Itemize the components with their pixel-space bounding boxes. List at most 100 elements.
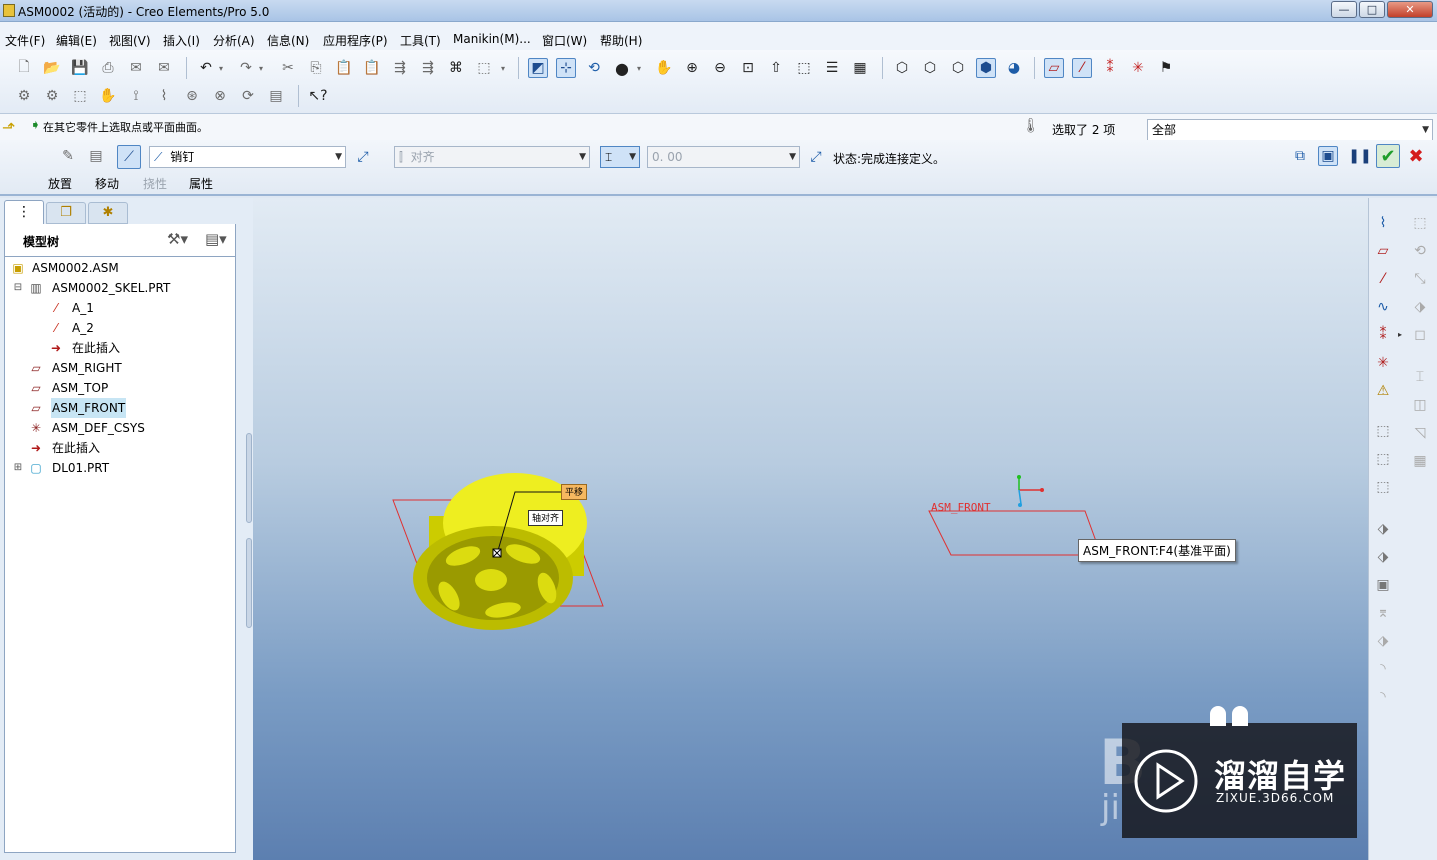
sketch-tool-icon[interactable]: ⌇ (1372, 212, 1394, 234)
datum-curve-tool-icon[interactable]: ∿ (1372, 296, 1394, 318)
send-link-icon[interactable]: ✉ (154, 58, 174, 78)
paste-special-icon[interactable]: 📋 (362, 58, 382, 78)
selection-dropdown-icon[interactable]: ▾ (498, 58, 508, 78)
zoom-out-icon[interactable]: ⊖ (710, 58, 730, 78)
assembly-window-icon[interactable]: ▣ (1318, 146, 1338, 166)
chevron-right-icon[interactable]: ▸ (1389, 324, 1411, 346)
separate-window-icon[interactable]: ⧉ (1290, 146, 1310, 166)
orient-mode-icon[interactable]: ⟲ (584, 58, 604, 78)
layers-icon[interactable]: ☰ (822, 58, 842, 78)
datum-plane-tool-icon[interactable]: ▱ (1372, 240, 1394, 262)
constraint-type-select[interactable]: ⫿ 对齐 ▼ (394, 146, 590, 168)
analysis-run-icon[interactable]: ⟳ (238, 86, 258, 106)
tree-item[interactable]: ▣ ASM0002.ASM (5, 258, 235, 278)
package-component-icon[interactable]: ⬚ (1372, 476, 1394, 498)
datum-points-display-icon[interactable]: ⁑ (1100, 58, 1120, 78)
print-icon[interactable]: ⎙ (98, 58, 118, 78)
selection-box-icon[interactable]: ⬚ (474, 58, 494, 78)
tree-item[interactable]: ▱ ASM_FRONT (5, 398, 235, 418)
datum-axis-tool-icon[interactable]: ⁄ (1372, 268, 1394, 290)
tree-columns-icon[interactable]: ▤▾ (205, 230, 227, 248)
playback-icon[interactable]: ▤ (266, 86, 286, 106)
appearance-sphere-icon[interactable]: ● (612, 58, 632, 78)
appearance-dropdown-icon[interactable]: ▾ (634, 58, 644, 78)
filter-select[interactable]: 全部 ▼ (1147, 119, 1433, 141)
axis-align-callout[interactable]: 轴对齐 (528, 510, 564, 526)
assemble-component-icon[interactable]: ⬚ (1372, 420, 1394, 442)
translation-callout[interactable]: 平移 (561, 484, 588, 500)
model-tree-tab-icon[interactable]: ⋮ (4, 200, 44, 224)
mechanism-icon-2[interactable]: ⚙ (42, 86, 62, 106)
enhanced-realism-icon[interactable]: ◕ (1004, 58, 1024, 78)
saved-views-icon[interactable]: ⬚ (794, 58, 814, 78)
create-component-icon[interactable]: ⬚ (1372, 448, 1394, 470)
menu-view[interactable]: 视图(V) (109, 32, 151, 49)
menu-insert[interactable]: 插入(I) (163, 32, 200, 49)
cancel-icon[interactable]: ✖ (1406, 146, 1426, 167)
new-file-icon[interactable]: 🗋 (14, 58, 34, 78)
tree-item[interactable]: ▱ ASM_TOP (5, 378, 235, 398)
cam-icon[interactable]: ⊛ (182, 86, 202, 106)
connection-mode-icon[interactable]: ⟋ (117, 145, 141, 169)
menu-file[interactable]: 文件(F) (5, 32, 45, 49)
view-manager-icon[interactable]: ▦ (850, 58, 870, 78)
selection-count[interactable]: 选取了 2 项 (1052, 121, 1115, 138)
hidden-line-icon[interactable]: ⬡ (920, 58, 940, 78)
connection-icon[interactable]: ⟟ (126, 86, 146, 106)
menu-info[interactable]: 信息(N) (267, 32, 309, 49)
user-defined-set-icon[interactable]: ✎ (58, 146, 78, 166)
panel-splitter-handle[interactable] (246, 538, 252, 628)
cut-feature-icon[interactable]: ⬗ (1372, 518, 1394, 540)
csys-tool-icon[interactable]: ✳ (1372, 352, 1394, 374)
menu-analysis[interactable]: 分析(A) (213, 32, 255, 49)
redo-dropdown-icon[interactable]: ▾ (256, 58, 266, 78)
open-file-icon[interactable]: 📂 (42, 58, 62, 78)
expand-icon[interactable]: ⊞ (11, 461, 25, 475)
regenerate-icon[interactable]: ⇶ (390, 58, 410, 78)
cut-icon[interactable]: ✂ (278, 58, 298, 78)
pan-icon[interactable]: ✋ (654, 58, 674, 78)
csys-display-icon[interactable]: ✳ (1128, 58, 1148, 78)
menu-manikin[interactable]: Manikin(M)... (453, 32, 531, 46)
shading-icon[interactable]: ⬢ (976, 58, 996, 78)
refit-icon[interactable]: ⊡ (738, 58, 758, 78)
menu-help[interactable]: 帮助(H) (600, 32, 642, 49)
spin-center-icon[interactable]: ⊹ (556, 58, 576, 78)
menu-applications[interactable]: 应用程序(P) (323, 32, 388, 49)
gear-pair-icon[interactable]: ⊗ (210, 86, 230, 106)
tree-item[interactable]: ➜ 在此插入 (5, 438, 235, 458)
menu-tools[interactable]: 工具(T) (400, 32, 441, 49)
copy-icon[interactable]: ⎘ (306, 58, 326, 78)
folder-browser-tab-icon[interactable]: ❐ (46, 202, 86, 224)
tree-item[interactable]: ⁄ A_2 (5, 318, 235, 338)
no-hidden-icon[interactable]: ⬡ (948, 58, 968, 78)
send-mail-icon[interactable]: ✉ (126, 58, 146, 78)
save-icon[interactable]: 💾 (70, 58, 90, 78)
tree-item[interactable]: ▱ ASM_RIGHT (5, 358, 235, 378)
menu-window[interactable]: 窗口(W) (542, 32, 587, 49)
pattern-feature-icon[interactable]: ▣ (1372, 574, 1394, 596)
wireframe-icon[interactable]: ⬡ (892, 58, 912, 78)
mechanism-icon-1[interactable]: ⚙ (14, 86, 34, 106)
flip-icon[interactable]: ⤢ (353, 147, 373, 167)
undo-icon[interactable]: ↶ (196, 58, 216, 78)
analysis-feature-icon[interactable]: ⚠ (1372, 380, 1394, 402)
tab-properties[interactable]: 属性 (189, 175, 213, 192)
redo-icon[interactable]: ↷ (236, 58, 256, 78)
maximize-button[interactable]: □ (1359, 1, 1385, 18)
confirm-icon[interactable]: ✔ (1376, 144, 1400, 168)
regenerate-manager-icon[interactable]: ⇶ (418, 58, 438, 78)
zoom-in-icon[interactable]: ⊕ (682, 58, 702, 78)
datum-planes-display-icon[interactable]: ▱ (1044, 58, 1064, 78)
connection-type-select[interactable]: ⟋ 销钉 ▼ (149, 146, 346, 168)
menu-edit[interactable]: 编辑(E) (56, 32, 97, 49)
reorient-icon[interactable]: ⇧ (766, 58, 786, 78)
find-icon[interactable]: ⌘ (446, 58, 466, 78)
tree-item[interactable]: ⊟ ▥ ASM0002_SKEL.PRT (5, 278, 235, 298)
offset-type-select[interactable]: ⌶ ▼ (600, 146, 640, 168)
drag-component-icon[interactable]: ⬚ (70, 86, 90, 106)
flip-offset-icon[interactable]: ⤢ (806, 147, 826, 167)
panel-splitter-handle[interactable] (246, 433, 252, 523)
paste-icon[interactable]: 📋 (334, 58, 354, 78)
collapse-icon[interactable]: ⊟ (11, 281, 25, 295)
